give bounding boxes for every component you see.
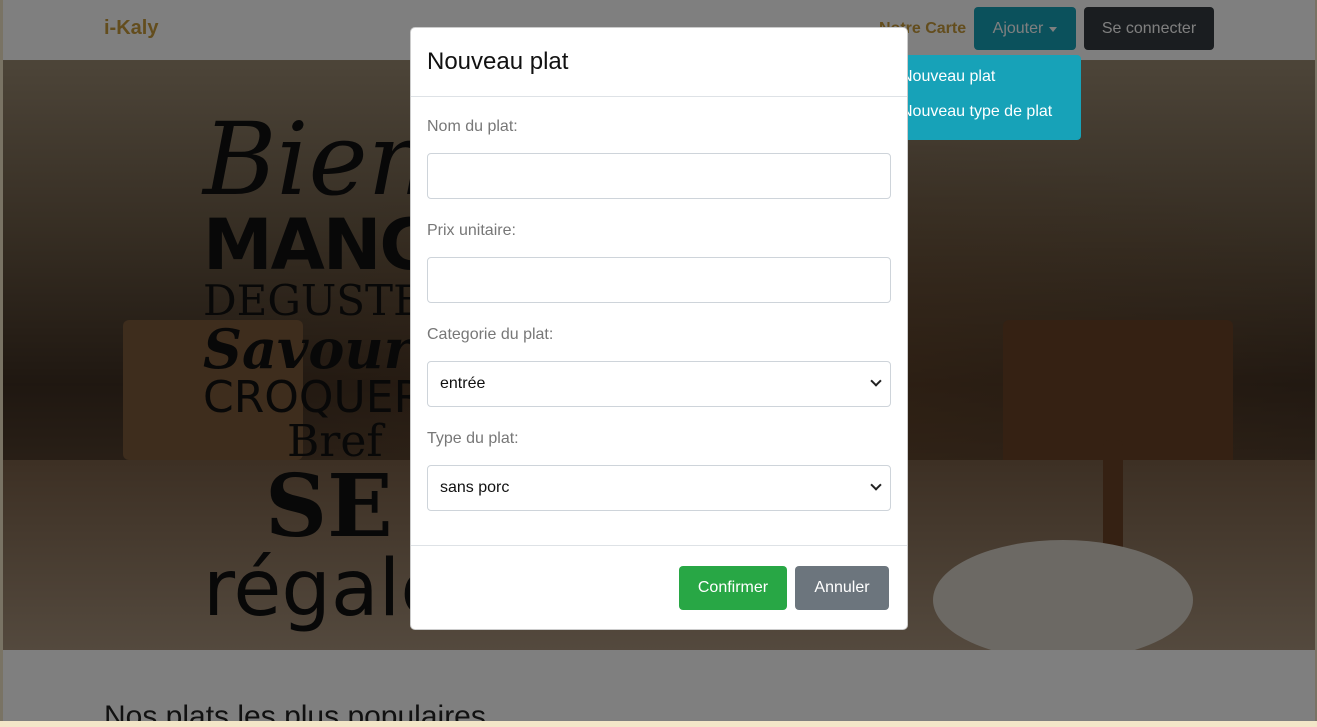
chevron-down-icon [870, 479, 882, 491]
type-value: sans porc [440, 479, 510, 496]
type-select[interactable]: sans porc [427, 465, 891, 511]
modal-title: Nouveau plat [427, 48, 569, 75]
modal-header-divider [411, 96, 907, 97]
categorie-label: Categorie du plat: [427, 326, 554, 343]
categorie-select[interactable]: entrée [427, 361, 891, 407]
nom-label: Nom du plat: [427, 118, 518, 135]
dropdown-item-nouveau-type[interactable]: Nouveau type de plat [901, 103, 1052, 121]
nouveau-plat-modal: Nouveau plat Nom du plat: Prix unitaire:… [410, 27, 908, 630]
dropdown-item-nouveau-plat[interactable]: Nouveau plat [901, 68, 995, 86]
type-label: Type du plat: [427, 430, 519, 447]
ajouter-dropdown-menu: Nouveau plat Nouveau type de plat [885, 55, 1081, 140]
categorie-value: entrée [440, 375, 486, 392]
prix-input[interactable] [427, 257, 891, 303]
modal-footer-divider [411, 545, 907, 546]
cancel-button[interactable]: Annuler [795, 566, 889, 610]
chevron-down-icon [870, 375, 882, 387]
nom-input[interactable] [427, 153, 891, 199]
confirm-button[interactable]: Confirmer [679, 566, 787, 610]
prix-label: Prix unitaire: [427, 222, 516, 239]
